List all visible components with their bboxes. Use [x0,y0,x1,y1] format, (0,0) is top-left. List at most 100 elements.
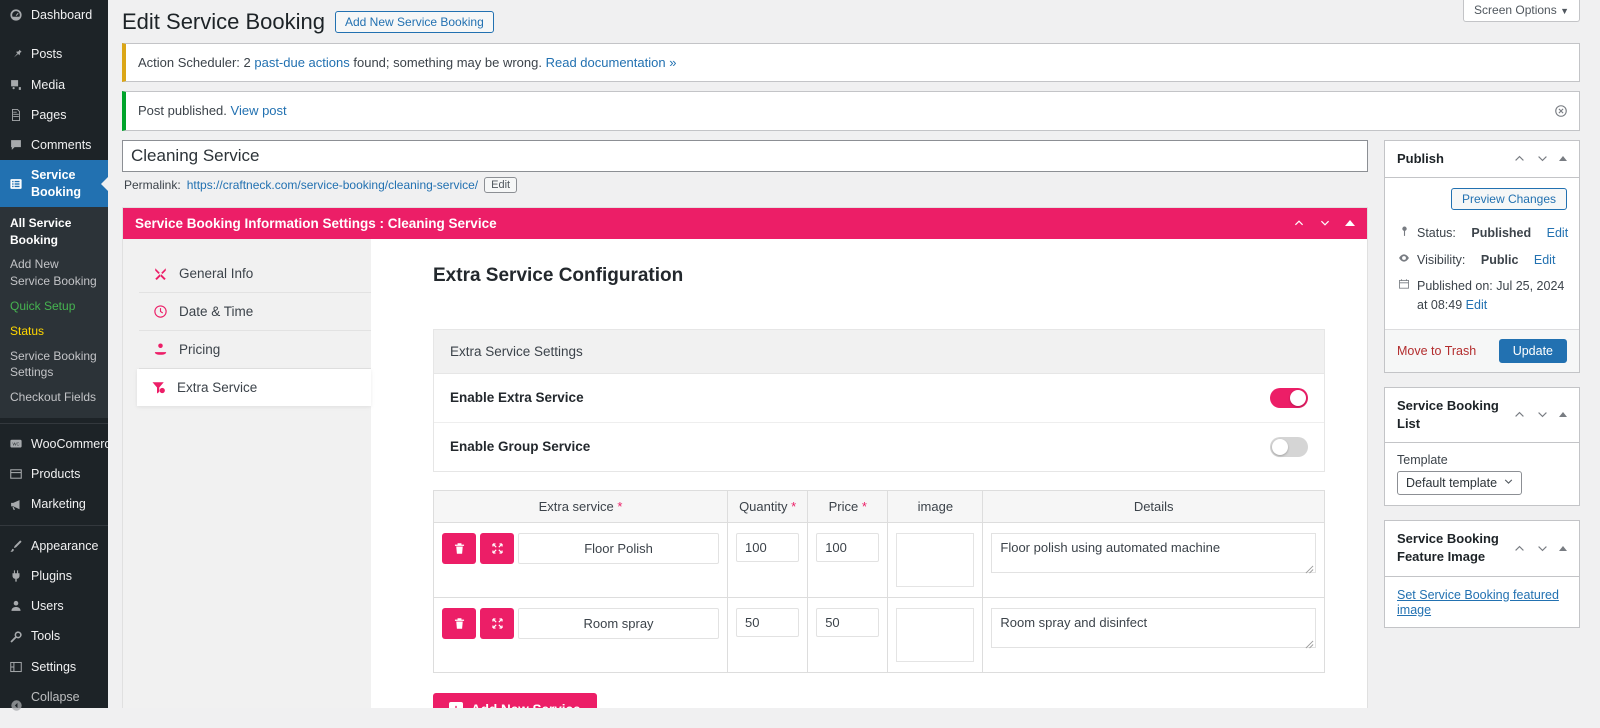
status-value: Published [1471,225,1532,240]
admin-sidebar: Dashboard Posts Media Pages Comments Ser… [0,0,118,720]
past-due-actions-link[interactable]: past-due actions [254,55,349,70]
enable-group-service-toggle[interactable] [1270,436,1308,457]
cell-extra-service [432,521,729,598]
move-icon[interactable] [480,532,514,564]
quantity-input[interactable] [736,532,800,562]
chevron-down-icon[interactable] [1536,542,1549,555]
service-name-input[interactable] [518,532,720,564]
screen-options-label: Screen Options [1474,3,1557,17]
sidebar-item-posts[interactable]: Posts [0,39,108,69]
template-label: Template [1397,453,1448,468]
admin-menu-group-main: Dashboard Posts Media Pages Comments [0,0,108,160]
service-booking-list-body: Template Default template [1385,443,1579,505]
chevron-up-icon[interactable] [1513,542,1526,555]
tab-extra-service[interactable]: Extra Service [137,368,371,406]
preview-changes-button[interactable]: Preview Changes [1450,187,1567,210]
sidebar-item-woocommerce[interactable]: WC WooCommerce [0,429,118,459]
template-selected-value: Default template [1406,476,1498,491]
megaphone-icon [8,497,24,513]
service-booking-submenu: All Service Booking Add New Service Book… [0,206,108,418]
add-new-service-button[interactable]: + Add New Service [433,692,597,708]
sidebar-item-users[interactable]: Users [0,591,108,621]
add-new-service-booking-button[interactable]: Add New Service Booking [335,11,494,34]
close-icon[interactable] [1551,101,1571,121]
submenu-item-checkout-fields[interactable]: Checkout Fields [0,385,108,410]
chevron-down-icon[interactable] [1536,152,1549,165]
submenu-item-quick-setup[interactable]: Quick Setup [0,294,108,319]
price-input[interactable] [816,532,880,562]
submenu-item-status[interactable]: Status [0,319,108,344]
service-settings-tab-list: General Info Date & Time Pricing Extra S… [123,238,371,708]
tab-date-time[interactable]: Date & Time [139,293,371,331]
details-textarea[interactable] [991,607,1316,648]
enable-extra-service-toggle[interactable] [1270,387,1308,408]
edit-status-link[interactable]: Edit [1547,224,1569,243]
sidebar-item-pages[interactable]: Pages [0,100,108,130]
submenu-item-all-service-booking[interactable]: All Service Booking [0,211,108,253]
collapse-toggle-icon[interactable] [1559,545,1567,551]
view-post-link[interactable]: View post [231,103,287,118]
price-input[interactable] [816,607,880,637]
sidebar-item-marketing[interactable]: Marketing [0,489,108,519]
permalink-row: Permalink: https://craftneck.com/service… [122,172,1368,193]
publish-box-header: Publish [1385,141,1579,178]
submenu-item-service-booking-settings[interactable]: Service Booking Settings [0,344,108,386]
sidebar-item-comments[interactable]: Comments [0,130,108,160]
sidebar-item-dashboard[interactable]: Dashboard [0,0,108,30]
sidebar-item-products[interactable]: Products [0,459,108,489]
service-name-input[interactable] [518,607,720,639]
trash-icon[interactable] [442,532,476,564]
pin-marker-icon [1397,224,1411,242]
tab-label: Extra Service [177,379,258,395]
sidebar-item-settings[interactable]: Settings [0,652,108,682]
chevron-down-icon[interactable] [1319,217,1331,229]
edit-visibility-link[interactable]: Edit [1534,251,1556,270]
update-button[interactable]: Update [1498,338,1567,363]
booking-list-controls [1513,408,1567,421]
screen-options-button[interactable]: Screen Options ▼ [1463,0,1580,22]
feature-image-title: Service Booking Feature Image [1397,531,1499,565]
permalink-link[interactable]: https://craftneck.com/service-booking/cl… [187,178,478,192]
quantity-input[interactable] [736,607,800,637]
chevron-up-icon[interactable] [1513,408,1526,421]
submenu-item-add-new-service-booking[interactable]: Add New Service Booking [0,252,108,294]
main-content-area: Edit Service Booking Add New Service Boo… [108,0,1600,708]
woocommerce-icon: WC [8,436,24,452]
template-select[interactable]: Default template [1397,471,1523,496]
clock-icon [151,304,169,319]
set-featured-image-link[interactable]: Set Service Booking featured image [1397,588,1559,617]
floor-polish-thumbnail[interactable] [896,532,975,587]
collapse-toggle-icon[interactable] [1559,156,1567,162]
sidebar-item-plugins[interactable]: Plugins [0,561,108,591]
sidebar-item-tools[interactable]: Tools [0,621,108,651]
details-wrapper [991,532,1316,576]
section-title: Extra Service Configuration [433,264,684,286]
chevron-up-icon[interactable] [1293,217,1305,229]
comments-icon [8,137,24,153]
post-title-input[interactable] [122,139,1368,172]
svg-text:WC: WC [13,441,20,446]
sidebar-item-media[interactable]: Media [0,70,108,100]
pages-icon [8,107,24,123]
collapse-toggle-icon[interactable] [1559,412,1567,418]
collapse-menu-button[interactable]: Collapse menu [0,682,108,728]
sidebar-item-service-booking[interactable]: Service Booking [0,160,108,207]
trash-icon[interactable] [442,607,476,639]
room-spray-thumbnail[interactable] [896,607,975,662]
hand-coin-icon [151,342,169,357]
move-icon[interactable] [480,607,514,639]
read-documentation-link[interactable]: Read documentation » [546,55,677,70]
service-booking-panel-body: General Info Date & Time Pricing Extra S… [123,238,1367,708]
brush-icon [8,538,24,554]
chevron-up-icon[interactable] [1513,152,1526,165]
details-textarea[interactable] [991,532,1316,573]
chevron-down-icon[interactable] [1536,408,1549,421]
tab-general-info[interactable]: General Info [139,255,371,293]
column-header-details: Details [982,489,1325,523]
edit-published-link[interactable]: Edit [1466,298,1488,312]
move-to-trash-link[interactable]: Move to Trash [1397,344,1476,358]
panel-toggle-icon[interactable] [1345,220,1355,227]
sidebar-item-appearance[interactable]: Appearance [0,531,108,561]
edit-permalink-button[interactable]: Edit [484,176,518,193]
tab-pricing[interactable]: Pricing [139,331,371,369]
